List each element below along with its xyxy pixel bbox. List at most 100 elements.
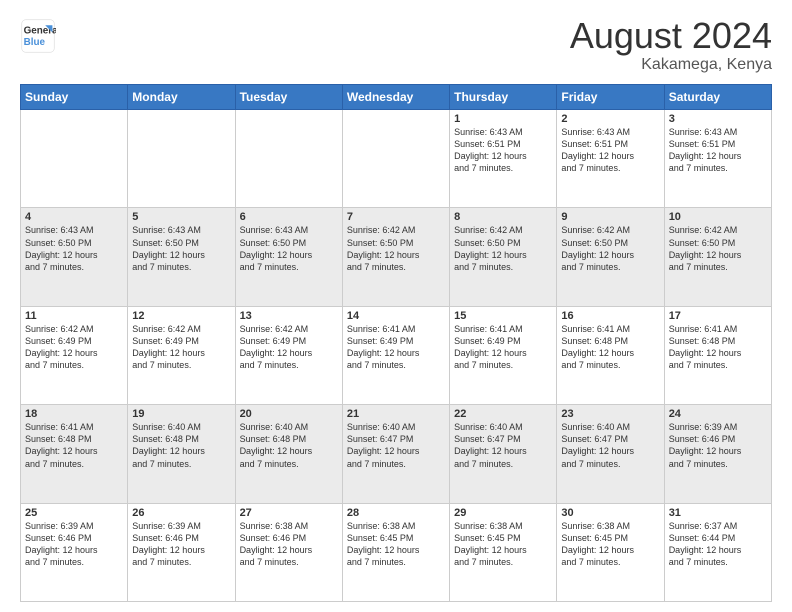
day-number: 27 bbox=[240, 507, 338, 519]
table-row: 28Sunrise: 6:38 AM Sunset: 6:45 PM Dayli… bbox=[342, 503, 449, 601]
col-saturday: Saturday bbox=[664, 85, 771, 110]
day-number: 4 bbox=[25, 211, 123, 223]
day-info: Sunrise: 6:38 AM Sunset: 6:45 PM Dayligh… bbox=[454, 520, 552, 569]
day-info: Sunrise: 6:43 AM Sunset: 6:51 PM Dayligh… bbox=[454, 126, 552, 175]
table-row bbox=[21, 110, 128, 208]
day-info: Sunrise: 6:40 AM Sunset: 6:48 PM Dayligh… bbox=[132, 421, 230, 470]
day-number: 13 bbox=[240, 310, 338, 322]
table-row: 3Sunrise: 6:43 AM Sunset: 6:51 PM Daylig… bbox=[664, 110, 771, 208]
day-number: 17 bbox=[669, 310, 767, 322]
week-row-1: 1Sunrise: 6:43 AM Sunset: 6:51 PM Daylig… bbox=[21, 110, 772, 208]
day-number: 8 bbox=[454, 211, 552, 223]
day-number: 10 bbox=[669, 211, 767, 223]
day-info: Sunrise: 6:40 AM Sunset: 6:47 PM Dayligh… bbox=[347, 421, 445, 470]
month-title: August 2024 bbox=[570, 18, 772, 54]
table-row: 1Sunrise: 6:43 AM Sunset: 6:51 PM Daylig… bbox=[450, 110, 557, 208]
table-row: 15Sunrise: 6:41 AM Sunset: 6:49 PM Dayli… bbox=[450, 306, 557, 404]
day-number: 16 bbox=[561, 310, 659, 322]
day-number: 20 bbox=[240, 408, 338, 420]
col-wednesday: Wednesday bbox=[342, 85, 449, 110]
day-number: 18 bbox=[25, 408, 123, 420]
day-info: Sunrise: 6:41 AM Sunset: 6:49 PM Dayligh… bbox=[454, 323, 552, 372]
table-row: 12Sunrise: 6:42 AM Sunset: 6:49 PM Dayli… bbox=[128, 306, 235, 404]
day-number: 5 bbox=[132, 211, 230, 223]
day-number: 15 bbox=[454, 310, 552, 322]
table-row: 6Sunrise: 6:43 AM Sunset: 6:50 PM Daylig… bbox=[235, 208, 342, 306]
day-info: Sunrise: 6:40 AM Sunset: 6:48 PM Dayligh… bbox=[240, 421, 338, 470]
week-row-5: 25Sunrise: 6:39 AM Sunset: 6:46 PM Dayli… bbox=[21, 503, 772, 601]
header: General Blue August 2024 Kakamega, Kenya bbox=[20, 18, 772, 74]
day-number: 28 bbox=[347, 507, 445, 519]
day-info: Sunrise: 6:38 AM Sunset: 6:45 PM Dayligh… bbox=[347, 520, 445, 569]
day-info: Sunrise: 6:42 AM Sunset: 6:50 PM Dayligh… bbox=[454, 224, 552, 273]
day-number: 3 bbox=[669, 113, 767, 125]
day-info: Sunrise: 6:43 AM Sunset: 6:50 PM Dayligh… bbox=[132, 224, 230, 273]
day-info: Sunrise: 6:41 AM Sunset: 6:48 PM Dayligh… bbox=[25, 421, 123, 470]
table-row: 18Sunrise: 6:41 AM Sunset: 6:48 PM Dayli… bbox=[21, 405, 128, 503]
page: General Blue August 2024 Kakamega, Kenya… bbox=[0, 0, 792, 612]
day-info: Sunrise: 6:41 AM Sunset: 6:49 PM Dayligh… bbox=[347, 323, 445, 372]
table-row: 17Sunrise: 6:41 AM Sunset: 6:48 PM Dayli… bbox=[664, 306, 771, 404]
day-info: Sunrise: 6:42 AM Sunset: 6:49 PM Dayligh… bbox=[132, 323, 230, 372]
day-info: Sunrise: 6:39 AM Sunset: 6:46 PM Dayligh… bbox=[25, 520, 123, 569]
table-row: 23Sunrise: 6:40 AM Sunset: 6:47 PM Dayli… bbox=[557, 405, 664, 503]
day-info: Sunrise: 6:43 AM Sunset: 6:50 PM Dayligh… bbox=[240, 224, 338, 273]
table-row: 4Sunrise: 6:43 AM Sunset: 6:50 PM Daylig… bbox=[21, 208, 128, 306]
day-info: Sunrise: 6:41 AM Sunset: 6:48 PM Dayligh… bbox=[669, 323, 767, 372]
day-number: 9 bbox=[561, 211, 659, 223]
day-info: Sunrise: 6:40 AM Sunset: 6:47 PM Dayligh… bbox=[561, 421, 659, 470]
table-row: 5Sunrise: 6:43 AM Sunset: 6:50 PM Daylig… bbox=[128, 208, 235, 306]
day-number: 2 bbox=[561, 113, 659, 125]
week-row-2: 4Sunrise: 6:43 AM Sunset: 6:50 PM Daylig… bbox=[21, 208, 772, 306]
day-number: 26 bbox=[132, 507, 230, 519]
table-row: 11Sunrise: 6:42 AM Sunset: 6:49 PM Dayli… bbox=[21, 306, 128, 404]
day-number: 1 bbox=[454, 113, 552, 125]
day-info: Sunrise: 6:40 AM Sunset: 6:47 PM Dayligh… bbox=[454, 421, 552, 470]
day-number: 12 bbox=[132, 310, 230, 322]
table-row bbox=[342, 110, 449, 208]
day-info: Sunrise: 6:43 AM Sunset: 6:51 PM Dayligh… bbox=[669, 126, 767, 175]
table-row: 25Sunrise: 6:39 AM Sunset: 6:46 PM Dayli… bbox=[21, 503, 128, 601]
day-info: Sunrise: 6:42 AM Sunset: 6:50 PM Dayligh… bbox=[669, 224, 767, 273]
day-info: Sunrise: 6:42 AM Sunset: 6:49 PM Dayligh… bbox=[25, 323, 123, 372]
col-thursday: Thursday bbox=[450, 85, 557, 110]
table-row: 30Sunrise: 6:38 AM Sunset: 6:45 PM Dayli… bbox=[557, 503, 664, 601]
location: Kakamega, Kenya bbox=[570, 56, 772, 74]
table-row: 27Sunrise: 6:38 AM Sunset: 6:46 PM Dayli… bbox=[235, 503, 342, 601]
day-number: 22 bbox=[454, 408, 552, 420]
day-number: 19 bbox=[132, 408, 230, 420]
day-number: 14 bbox=[347, 310, 445, 322]
table-row: 21Sunrise: 6:40 AM Sunset: 6:47 PM Dayli… bbox=[342, 405, 449, 503]
table-row bbox=[128, 110, 235, 208]
col-monday: Monday bbox=[128, 85, 235, 110]
table-row: 31Sunrise: 6:37 AM Sunset: 6:44 PM Dayli… bbox=[664, 503, 771, 601]
table-row: 16Sunrise: 6:41 AM Sunset: 6:48 PM Dayli… bbox=[557, 306, 664, 404]
table-row: 13Sunrise: 6:42 AM Sunset: 6:49 PM Dayli… bbox=[235, 306, 342, 404]
table-row: 20Sunrise: 6:40 AM Sunset: 6:48 PM Dayli… bbox=[235, 405, 342, 503]
day-info: Sunrise: 6:42 AM Sunset: 6:49 PM Dayligh… bbox=[240, 323, 338, 372]
svg-text:Blue: Blue bbox=[24, 37, 46, 48]
table-row: 9Sunrise: 6:42 AM Sunset: 6:50 PM Daylig… bbox=[557, 208, 664, 306]
col-tuesday: Tuesday bbox=[235, 85, 342, 110]
header-row: Sunday Monday Tuesday Wednesday Thursday… bbox=[21, 85, 772, 110]
day-number: 6 bbox=[240, 211, 338, 223]
table-row: 26Sunrise: 6:39 AM Sunset: 6:46 PM Dayli… bbox=[128, 503, 235, 601]
table-row: 8Sunrise: 6:42 AM Sunset: 6:50 PM Daylig… bbox=[450, 208, 557, 306]
col-sunday: Sunday bbox=[21, 85, 128, 110]
logo-icon: General Blue bbox=[20, 18, 56, 54]
table-row: 7Sunrise: 6:42 AM Sunset: 6:50 PM Daylig… bbox=[342, 208, 449, 306]
day-info: Sunrise: 6:41 AM Sunset: 6:48 PM Dayligh… bbox=[561, 323, 659, 372]
day-info: Sunrise: 6:38 AM Sunset: 6:46 PM Dayligh… bbox=[240, 520, 338, 569]
day-number: 25 bbox=[25, 507, 123, 519]
calendar-table: Sunday Monday Tuesday Wednesday Thursday… bbox=[20, 84, 772, 602]
day-number: 23 bbox=[561, 408, 659, 420]
table-row: 2Sunrise: 6:43 AM Sunset: 6:51 PM Daylig… bbox=[557, 110, 664, 208]
day-number: 31 bbox=[669, 507, 767, 519]
col-friday: Friday bbox=[557, 85, 664, 110]
logo: General Blue bbox=[20, 18, 56, 54]
table-row: 22Sunrise: 6:40 AM Sunset: 6:47 PM Dayli… bbox=[450, 405, 557, 503]
day-info: Sunrise: 6:43 AM Sunset: 6:50 PM Dayligh… bbox=[25, 224, 123, 273]
title-block: August 2024 Kakamega, Kenya bbox=[570, 18, 772, 74]
day-info: Sunrise: 6:39 AM Sunset: 6:46 PM Dayligh… bbox=[669, 421, 767, 470]
day-number: 21 bbox=[347, 408, 445, 420]
